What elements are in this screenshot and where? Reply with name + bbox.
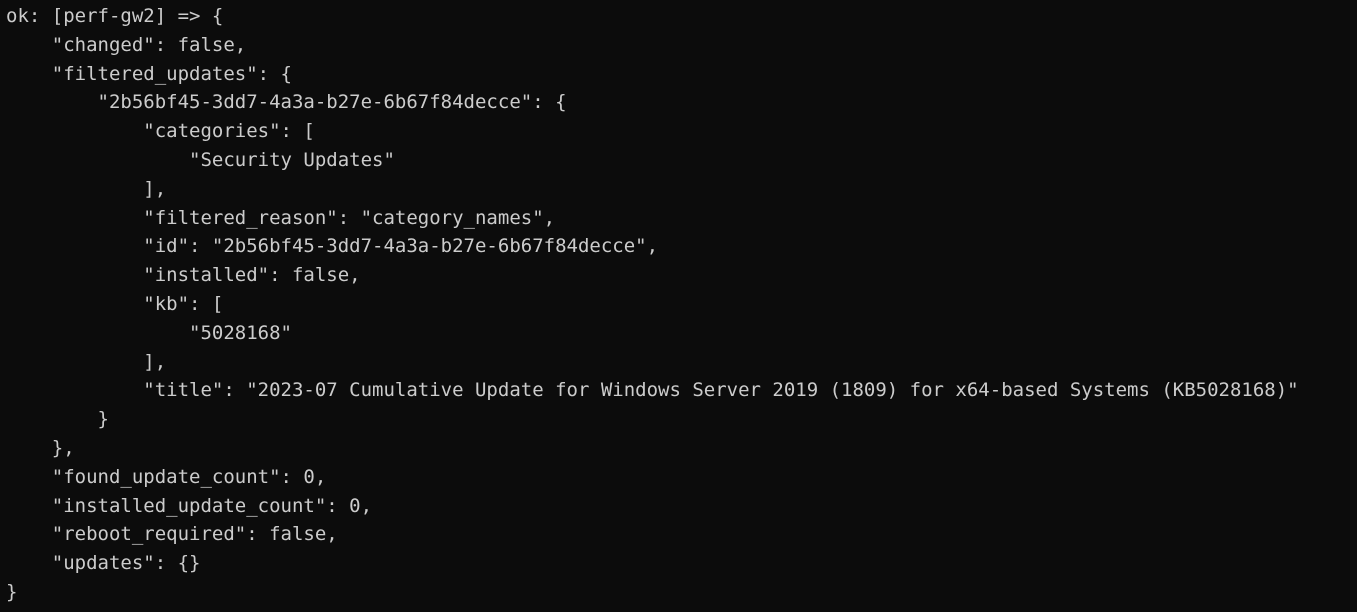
output-line-filtered-updates-close: }, [6, 436, 75, 459]
output-line-kb: "kb": [ [6, 292, 224, 315]
output-line-filtered-updates: "filtered_updates": { [6, 62, 292, 85]
output-line-close: } [6, 580, 18, 603]
output-line-title: "title": "2023-07 Cumulative Update for … [6, 379, 1299, 402]
output-line-reboot-required: "reboot_required": false, [6, 523, 338, 546]
output-line-filtered-reason: "filtered_reason": "category_names", [6, 206, 556, 229]
terminal-output: ok: [perf-gw2] => { "changed": false, "f… [0, 0, 1357, 612]
output-line-task-header: ok: [perf-gw2] => { [6, 5, 224, 27]
output-line-kb-value: "5028168" [6, 321, 292, 344]
output-line-found-update-count: "found_update_count": 0, [6, 465, 327, 488]
output-line-categories-close: ], [6, 177, 167, 200]
output-line-id: "id": "2b56bf45-3dd7-4a3a-b27e-6b67f84de… [6, 235, 659, 258]
output-line-changed: "changed": false, [6, 33, 247, 56]
output-line-categories: "categories": [ [6, 120, 315, 143]
output-line-category-value: "Security Updates" [6, 148, 395, 171]
output-line-installed-update-count: "installed_update_count": 0, [6, 494, 373, 517]
output-line-updates: "updates": {} [6, 552, 201, 575]
output-line-update-close: } [6, 408, 109, 431]
output-line-kb-close: ], [6, 350, 167, 373]
output-line-installed: "installed": false, [6, 264, 361, 287]
output-line-update-guid: "2b56bf45-3dd7-4a3a-b27e-6b67f84decce": … [6, 91, 567, 114]
